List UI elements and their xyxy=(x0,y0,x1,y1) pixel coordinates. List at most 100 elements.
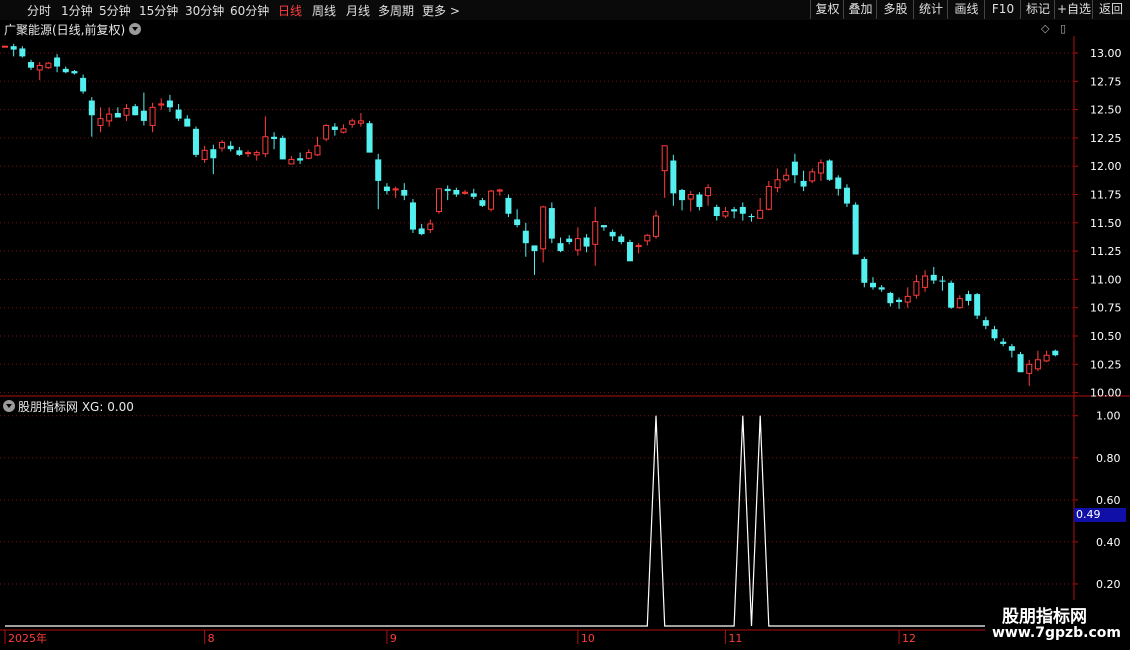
candle-body xyxy=(540,206,547,250)
candle-body xyxy=(687,193,694,200)
candle-body xyxy=(62,68,69,73)
watermark-line2: www.7gpzb.com xyxy=(992,625,1122,641)
candle-body xyxy=(106,113,113,122)
candle-body xyxy=(583,237,590,247)
y-tick-label: 12.75 xyxy=(1090,75,1122,88)
candle-body xyxy=(956,298,963,309)
candle-body xyxy=(10,46,17,50)
candle-body xyxy=(19,48,26,57)
candle-body xyxy=(453,189,460,195)
candle-body xyxy=(809,171,816,182)
candle-body xyxy=(340,128,347,133)
candle-body xyxy=(531,245,538,252)
candle-body xyxy=(644,234,651,242)
candle-body xyxy=(679,189,686,201)
candle-body xyxy=(548,208,555,239)
y-tick-label: 12.50 xyxy=(1090,104,1122,117)
candle-body xyxy=(219,141,225,149)
candle-body xyxy=(965,294,972,301)
candle-body xyxy=(748,216,755,218)
candle-body xyxy=(939,280,946,282)
candle-body xyxy=(713,206,720,216)
candle-body xyxy=(236,150,243,155)
candle-body xyxy=(262,136,269,155)
candle-body xyxy=(123,107,130,116)
candle-body xyxy=(305,152,312,159)
candle-body xyxy=(1017,354,1024,373)
candle-body xyxy=(184,118,191,127)
candle-body xyxy=(192,128,199,155)
y-tick-label: 13.00 xyxy=(1090,47,1122,60)
candle-body xyxy=(722,210,729,217)
candle-body xyxy=(696,194,703,207)
candle-body xyxy=(592,221,599,245)
candle-body xyxy=(479,200,486,206)
candle-body xyxy=(609,231,616,237)
candle-body xyxy=(757,209,764,219)
candle-body xyxy=(366,123,373,153)
candle-body xyxy=(800,180,807,187)
candle-body xyxy=(618,236,625,243)
candle-body xyxy=(297,158,304,161)
candle-body xyxy=(731,209,738,212)
candle-body xyxy=(514,219,521,226)
x-tick-label: 10 xyxy=(581,632,595,645)
candle-body xyxy=(201,149,208,160)
candle-body xyxy=(817,162,824,174)
indicator-y-tick-label: 1.00 xyxy=(1096,410,1121,423)
y-tick-label: 11.25 xyxy=(1090,245,1122,258)
candle-body xyxy=(436,188,442,212)
candle-body xyxy=(1034,359,1041,370)
chart-area: 10.00 10.25 10.50 10.75 11.00 11.25 11.50 11.75… xyxy=(0,36,1130,650)
candle-body xyxy=(887,292,894,304)
y-tick-label: 11.00 xyxy=(1090,273,1122,286)
candle-body xyxy=(401,189,408,196)
candle-body xyxy=(470,193,477,197)
candle-body xyxy=(271,136,278,140)
candle-body xyxy=(323,124,330,140)
candle-body xyxy=(574,238,581,251)
candle-body xyxy=(705,187,712,197)
candle-body xyxy=(227,145,234,150)
candle-body xyxy=(1000,341,1007,344)
candle-body xyxy=(375,159,382,181)
indicator-value-badge: 0.49 xyxy=(1074,508,1126,522)
candle-body xyxy=(1026,363,1033,374)
candle-body xyxy=(149,106,156,126)
candle-body xyxy=(418,228,425,235)
candle-body xyxy=(114,112,121,118)
candle-body xyxy=(739,206,746,214)
candle-body xyxy=(331,126,338,130)
candle-body xyxy=(826,160,833,180)
candle-body xyxy=(409,202,416,230)
candle-body xyxy=(80,77,87,92)
candle-body xyxy=(930,274,937,281)
candle-body xyxy=(349,120,356,125)
candle-body xyxy=(54,57,61,67)
candle-body xyxy=(210,149,217,159)
indicator-y-tick-label: 0.60 xyxy=(1096,494,1121,507)
candle-body xyxy=(97,118,104,126)
candle-body xyxy=(896,299,903,303)
candle-body xyxy=(913,281,920,296)
candle-body xyxy=(791,161,798,176)
candle-body xyxy=(566,238,573,243)
y-tick-label: 11.50 xyxy=(1090,217,1122,230)
candle-body xyxy=(974,294,981,316)
candle-body xyxy=(948,282,955,308)
candle-body xyxy=(45,62,52,69)
watermark: 股朋指标网 www.7gpzb.com xyxy=(985,600,1130,650)
candle-body xyxy=(427,223,434,231)
candle-body xyxy=(783,174,790,181)
candle-body xyxy=(314,145,321,156)
x-tick-label: 9 xyxy=(390,632,397,645)
candle-body xyxy=(1052,350,1059,356)
x-tick-label: 12 xyxy=(902,632,916,645)
candle-body xyxy=(505,197,512,214)
candle-body xyxy=(870,282,876,288)
x-tick-label: 8 xyxy=(208,632,215,645)
candle-body xyxy=(922,275,929,288)
candle-body xyxy=(600,225,607,228)
indicator-y-tick-label: 0.80 xyxy=(1096,452,1121,465)
indicator-y-tick-label: 0.40 xyxy=(1096,536,1121,549)
